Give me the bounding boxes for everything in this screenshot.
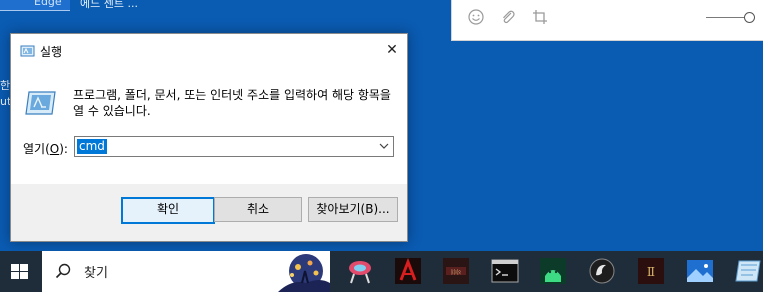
sticky-note-panel xyxy=(451,0,763,41)
svg-text:ᛒᛞᛟ: ᛒᛞᛟ xyxy=(451,269,462,276)
close-button[interactable]: ✕ xyxy=(384,42,400,58)
search-icon xyxy=(55,263,71,279)
search-highlight-art-icon[interactable] xyxy=(272,253,330,292)
desktop-item-label[interactable]: 에드 센트 ... xyxy=(80,0,138,11)
diablo-icon[interactable]: Ⅱ xyxy=(636,256,666,286)
terminal-icon[interactable] xyxy=(490,256,520,286)
ok-button[interactable]: 확인 xyxy=(121,197,215,224)
open-combobox[interactable]: cmd xyxy=(74,136,394,157)
taskbar: 찾기 ᛒᛞᛟ Ⅱ xyxy=(0,251,763,292)
run-dialog: 실행 ✕ 프로그램, 폴더, 문서, 또는 인터넷 주소를 입력하여 해당 항목… xyxy=(10,33,408,242)
obs-icon[interactable] xyxy=(587,256,617,286)
photos-icon[interactable] xyxy=(685,256,715,286)
desktop-edge-label: Edge xyxy=(34,0,62,8)
browse-button[interactable]: 찾아보기(B)... xyxy=(308,197,398,222)
cancel-button[interactable]: 취소 xyxy=(214,197,302,222)
snipping-icon[interactable] xyxy=(345,256,375,286)
windows-start-icon[interactable] xyxy=(0,251,42,292)
emoji-icon[interactable] xyxy=(467,8,485,26)
chevron-down-icon[interactable] xyxy=(378,139,390,153)
open-label: 열기(O): xyxy=(23,140,68,157)
open-label-accesskey: O xyxy=(49,142,60,156)
title-bar[interactable]: 실행 ✕ xyxy=(11,34,407,66)
run-app-icon xyxy=(20,45,35,57)
dialog-description: 프로그램, 폴더, 문서, 또는 인터넷 주소를 입력하여 해당 항목을 열 수… xyxy=(73,88,391,118)
desktop-edge-tile[interactable]: Edge xyxy=(0,0,70,11)
open-input-value[interactable]: cmd xyxy=(77,139,107,154)
android-icon[interactable] xyxy=(538,256,568,286)
run-large-icon xyxy=(25,91,56,115)
attachment-icon[interactable] xyxy=(499,8,517,26)
dialog-title: 실행 xyxy=(40,45,63,59)
sticky-notes-icon[interactable] xyxy=(733,256,763,286)
adobe-icon[interactable] xyxy=(393,256,423,286)
search-placeholder: 찾기 xyxy=(84,266,108,281)
taskbar-search-box[interactable]: 찾기 xyxy=(42,251,330,292)
zoom-slider-knob[interactable] xyxy=(744,12,755,23)
open-label-prefix: 열기( xyxy=(23,142,50,156)
crop-icon[interactable] xyxy=(531,8,549,26)
open-label-suffix: ): xyxy=(59,142,68,156)
bdo-icon[interactable]: ᛒᛞᛟ xyxy=(441,256,471,286)
svg-text:Ⅱ: Ⅱ xyxy=(647,265,655,279)
